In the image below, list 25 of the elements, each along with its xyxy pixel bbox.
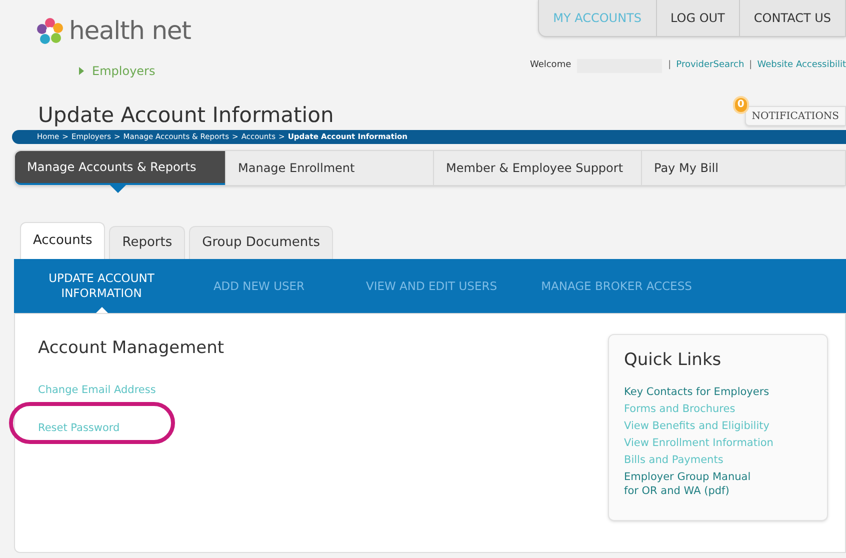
pointer-icon [109, 184, 127, 193]
separator-text: | [668, 59, 672, 72]
welcome-text: Welcome [530, 59, 572, 72]
main-nav-tab[interactable]: Member & Employee Support [433, 151, 641, 185]
tab[interactable]: Reports [109, 226, 186, 259]
tab[interactable]: Group Documents [189, 226, 333, 259]
separator-text: | [749, 59, 752, 72]
employers-link[interactable]: Employers [92, 62, 156, 80]
caret-icon [79, 66, 84, 74]
logo-text: health net [69, 15, 191, 47]
main-nav-tab[interactable]: Manage Enrollment [225, 151, 433, 185]
quick-links-heading: Quick Links [624, 350, 722, 372]
notifications-button[interactable]: NOTIFICATIONS [744, 106, 846, 126]
utility-link[interactable]: ProviderSearch [676, 59, 744, 73]
logo-icon [35, 16, 65, 46]
notification-count-badge: 0 [732, 96, 749, 114]
utility-link[interactable]: Website Accessibilit [757, 59, 846, 73]
page-title: Update Account Information [38, 105, 334, 129]
top-nav-link[interactable]: LOG OUT [656, 0, 739, 36]
tab[interactable]: Accounts [20, 222, 106, 259]
main-nav-tab[interactable]: Pay My Bill [641, 151, 791, 185]
quick-link[interactable]: Employer Group Manual for OR and WA (pdf) [624, 470, 827, 498]
top-nav-link[interactable]: CONTACT US [738, 0, 845, 36]
quick-link[interactable]: Key Contacts for Employers [624, 385, 827, 400]
section-heading: Account Management [38, 337, 224, 360]
